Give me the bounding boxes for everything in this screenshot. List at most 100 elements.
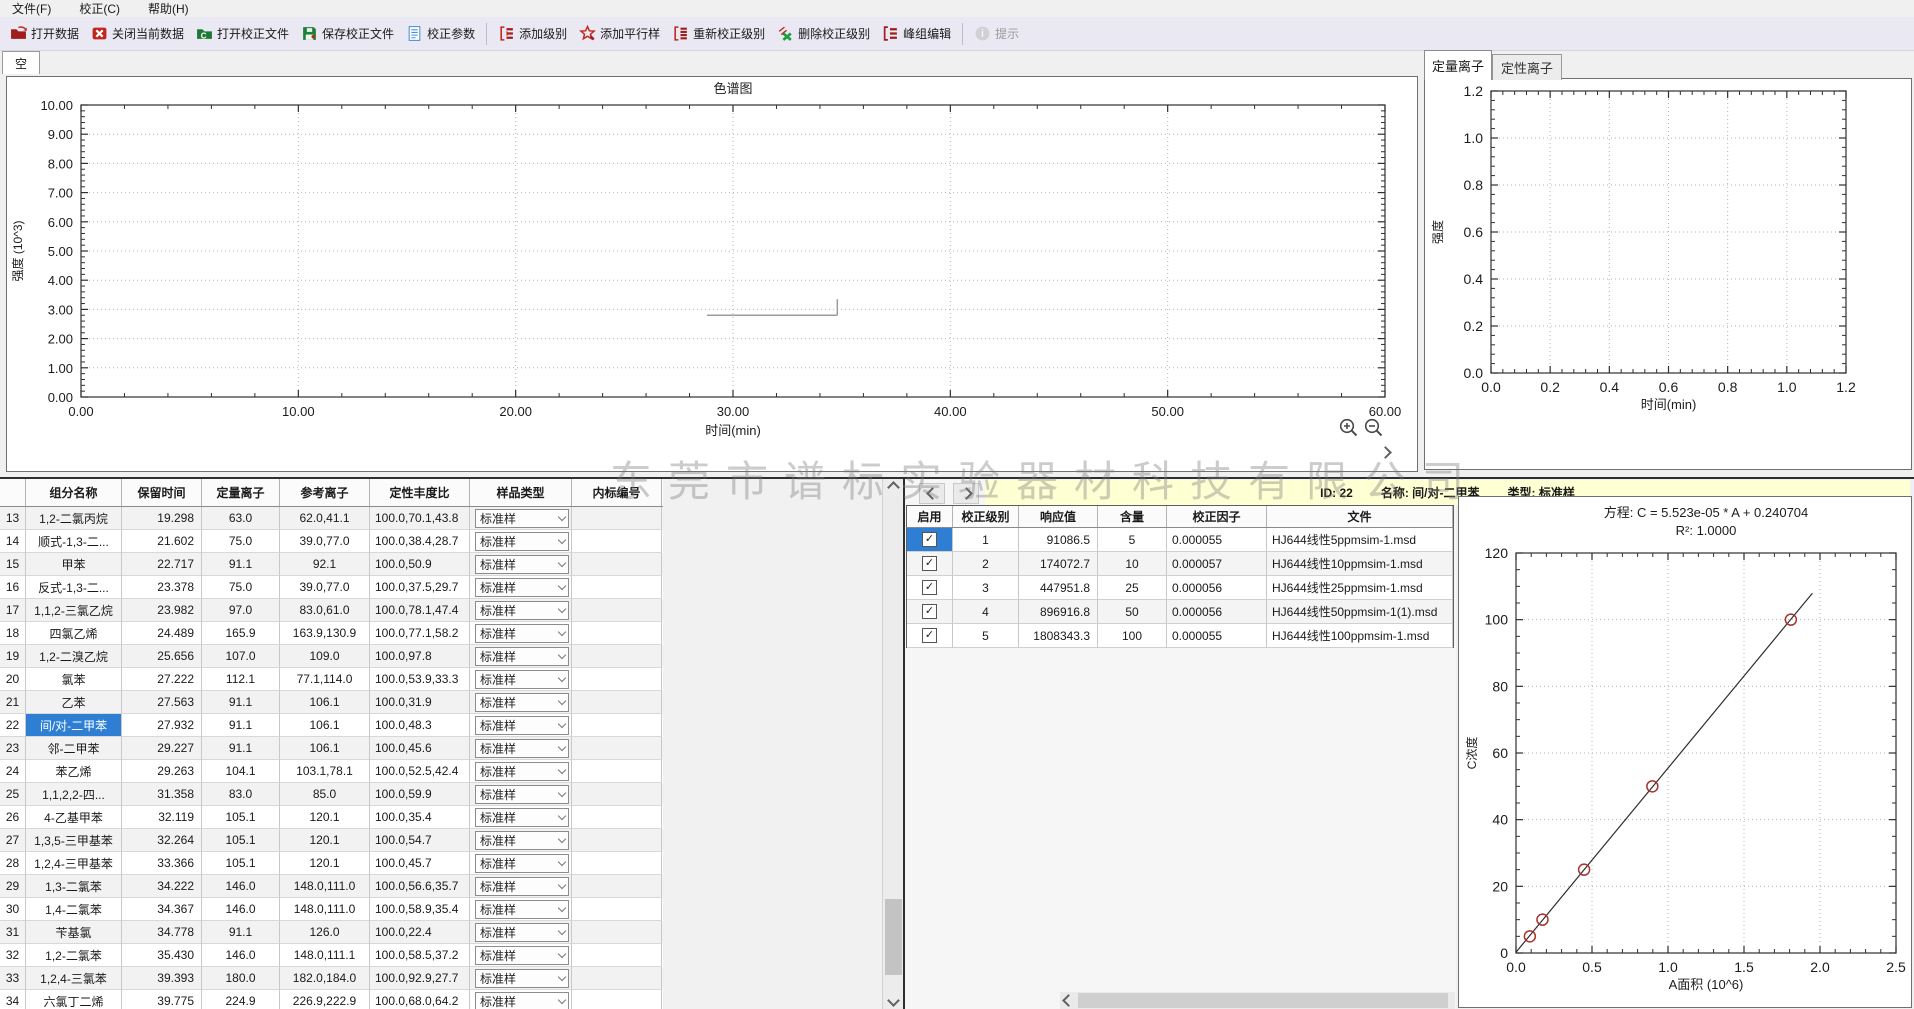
level-row[interactable]: ✓ 4 896916.8 50 0.000056 HJ644线性50ppmsim-1(1)… xyxy=(906,600,1454,624)
cell-quant_ion[interactable]: 107.0 xyxy=(202,645,280,668)
cell-ref_ion[interactable]: 39.0,77.0 xyxy=(280,576,370,599)
cell-rt[interactable]: 34.778 xyxy=(122,921,202,944)
cell-ref_ion[interactable]: 77.1,114.0 xyxy=(280,668,370,691)
cell-ref_ion[interactable]: 226.9,222.9 xyxy=(280,990,370,1009)
cell-num[interactable]: 15 xyxy=(0,553,26,576)
cell-ratio[interactable]: 100.0,56.6,35.7 xyxy=(370,875,470,898)
cell-num[interactable]: 19 xyxy=(0,645,26,668)
cell-istd[interactable] xyxy=(572,806,662,829)
sample-type-dropdown[interactable]: 标准样 xyxy=(475,807,569,827)
cell-name[interactable]: 1,2,4-三甲基苯 xyxy=(26,852,122,875)
toolbar-button-8[interactable]: 重新校正级别 xyxy=(666,22,771,45)
level-row[interactable]: ✓ 2 174072.7 10 0.000057 HJ644线性10ppmsim-1.ms… xyxy=(906,552,1454,576)
column-header[interactable]: 定量离子 xyxy=(202,479,280,506)
cell-quant_ion[interactable]: 91.1 xyxy=(202,737,280,760)
sample-type-dropdown[interactable]: 标准样 xyxy=(475,991,569,1009)
cell-sample_type[interactable]: 标准样 xyxy=(470,622,572,645)
table-row[interactable]: 27 1,3,5-三甲基苯 32.264 105.1 120.1 100.0,54.7 标准… xyxy=(0,829,663,852)
cell-name[interactable]: 1,1,2-三氯乙烷 xyxy=(26,599,122,622)
cell-file[interactable]: HJ644线性25ppmsim-1.msd xyxy=(1267,576,1453,600)
cell-istd[interactable] xyxy=(572,852,662,875)
cell-sample_type[interactable]: 标准样 xyxy=(470,714,572,737)
cell-istd[interactable] xyxy=(572,691,662,714)
cell-istd[interactable] xyxy=(572,875,662,898)
column-header[interactable]: 定性丰度比 xyxy=(370,479,470,506)
cell-quant_ion[interactable]: 91.1 xyxy=(202,553,280,576)
cell-rt[interactable]: 27.932 xyxy=(122,714,202,737)
cell-amount[interactable]: 5 xyxy=(1098,528,1167,552)
table-row[interactable]: 22 间/对-二甲苯 27.932 91.1 106.1 100.0,48.3 标准样 xyxy=(0,714,663,737)
column-header[interactable]: 内标编号 xyxy=(572,479,662,506)
toolbar-button-6[interactable]: 添加级别 xyxy=(492,22,573,45)
cell-quant_ion[interactable]: 146.0 xyxy=(202,875,280,898)
cell-ratio[interactable]: 100.0,77.1,58.2 xyxy=(370,622,470,645)
column-header[interactable]: 保留时间 xyxy=(122,479,202,506)
cell-rt[interactable]: 34.222 xyxy=(122,875,202,898)
sample-type-dropdown[interactable]: 标准样 xyxy=(475,646,569,666)
toolbar-button-5[interactable]: 校正参数 xyxy=(400,22,481,45)
cell-istd[interactable] xyxy=(572,967,662,990)
cell-rt[interactable]: 39.775 xyxy=(122,990,202,1009)
cell-num[interactable]: 16 xyxy=(0,576,26,599)
toolbar-button-4[interactable]: 保存校正文件 xyxy=(295,22,400,45)
cell-quant_ion[interactable]: 104.1 xyxy=(202,760,280,783)
cell-name[interactable]: 四氯乙烯 xyxy=(26,622,122,645)
cell-sample_type[interactable]: 标准样 xyxy=(470,829,572,852)
cell-name[interactable]: 1,2-二氯苯 xyxy=(26,944,122,967)
toolbar-button-10[interactable]: 峰组编辑 xyxy=(876,22,957,45)
cell-amount[interactable]: 25 xyxy=(1098,576,1167,600)
cell-ratio[interactable]: 100.0,50.9 xyxy=(370,553,470,576)
cell-name[interactable]: 顺式-1,3-二... xyxy=(26,530,122,553)
cell-rt[interactable]: 23.378 xyxy=(122,576,202,599)
cell-ref_ion[interactable]: 182.0,184.0 xyxy=(280,967,370,990)
vertical-scrollbar[interactable] xyxy=(882,479,904,1009)
cell-ref_ion[interactable]: 103.1,78.1 xyxy=(280,760,370,783)
sample-type-dropdown[interactable]: 标准样 xyxy=(475,692,569,712)
cell-rt[interactable]: 31.358 xyxy=(122,783,202,806)
cell-sample_type[interactable]: 标准样 xyxy=(470,806,572,829)
cell-name[interactable]: 苯乙烯 xyxy=(26,760,122,783)
cell-sample_type[interactable]: 标准样 xyxy=(470,990,572,1009)
cell-enabled[interactable]: ✓ xyxy=(907,576,953,600)
sample-type-dropdown[interactable]: 标准样 xyxy=(475,738,569,758)
cell-name[interactable]: 反式-1,3-二... xyxy=(26,576,122,599)
cell-quant_ion[interactable]: 75.0 xyxy=(202,530,280,553)
cell-sample_type[interactable]: 标准样 xyxy=(470,760,572,783)
cell-sample_type[interactable]: 标准样 xyxy=(470,898,572,921)
cell-num[interactable]: 33 xyxy=(0,967,26,990)
sample-type-dropdown[interactable]: 标准样 xyxy=(475,853,569,873)
toolbar-button-11[interactable]: i 提示 xyxy=(968,22,1025,45)
cell-rt[interactable]: 19.298 xyxy=(122,507,202,530)
cell-sample_type[interactable]: 标准样 xyxy=(470,645,572,668)
cell-ratio[interactable]: 100.0,38.4,28.7 xyxy=(370,530,470,553)
cell-sample_type[interactable]: 标准样 xyxy=(470,507,572,530)
cell-num[interactable]: 32 xyxy=(0,944,26,967)
cell-istd[interactable] xyxy=(572,668,662,691)
cell-ratio[interactable]: 100.0,48.3 xyxy=(370,714,470,737)
column-header[interactable]: 组分名称 xyxy=(26,479,122,506)
cell-name[interactable]: 乙苯 xyxy=(26,691,122,714)
cell-level[interactable]: 3 xyxy=(953,576,1019,600)
cell-name[interactable]: 氯苯 xyxy=(26,668,122,691)
sample-type-dropdown[interactable]: 标准样 xyxy=(475,600,569,620)
cell-factor[interactable]: 0.000055 xyxy=(1167,624,1267,648)
cell-rt[interactable]: 32.119 xyxy=(122,806,202,829)
cell-quant_ion[interactable]: 63.0 xyxy=(202,507,280,530)
cell-factor[interactable]: 0.000055 xyxy=(1167,528,1267,552)
menu-item-3[interactable]: 帮助(H) xyxy=(144,0,193,18)
table-row[interactable]: 24 苯乙烯 29.263 104.1 103.1,78.1 100.0,52.5,42.… xyxy=(0,760,663,783)
table-row[interactable]: 32 1,2-二氯苯 35.430 146.0 148.0,111.1 100.0,58.… xyxy=(0,944,663,967)
sample-type-dropdown[interactable]: 标准样 xyxy=(475,761,569,781)
cell-istd[interactable] xyxy=(572,599,662,622)
column-header[interactable] xyxy=(0,479,26,506)
cell-quant_ion[interactable]: 105.1 xyxy=(202,806,280,829)
table-row[interactable]: 25 1,1,2,2-四... 31.358 83.0 85.0 100.0,59.9 标准… xyxy=(0,783,663,806)
sample-type-dropdown[interactable]: 标准样 xyxy=(475,968,569,988)
tab-quantitative-ion[interactable]: 定量离子 xyxy=(1424,50,1492,80)
cell-name[interactable]: 间/对-二甲苯 xyxy=(26,714,122,737)
cell-factor[interactable]: 0.000056 xyxy=(1167,600,1267,624)
cell-num[interactable]: 34 xyxy=(0,990,26,1009)
cell-num[interactable]: 22 xyxy=(0,714,26,737)
cell-response[interactable]: 174072.7 xyxy=(1019,552,1098,576)
cell-sample_type[interactable]: 标准样 xyxy=(470,691,572,714)
